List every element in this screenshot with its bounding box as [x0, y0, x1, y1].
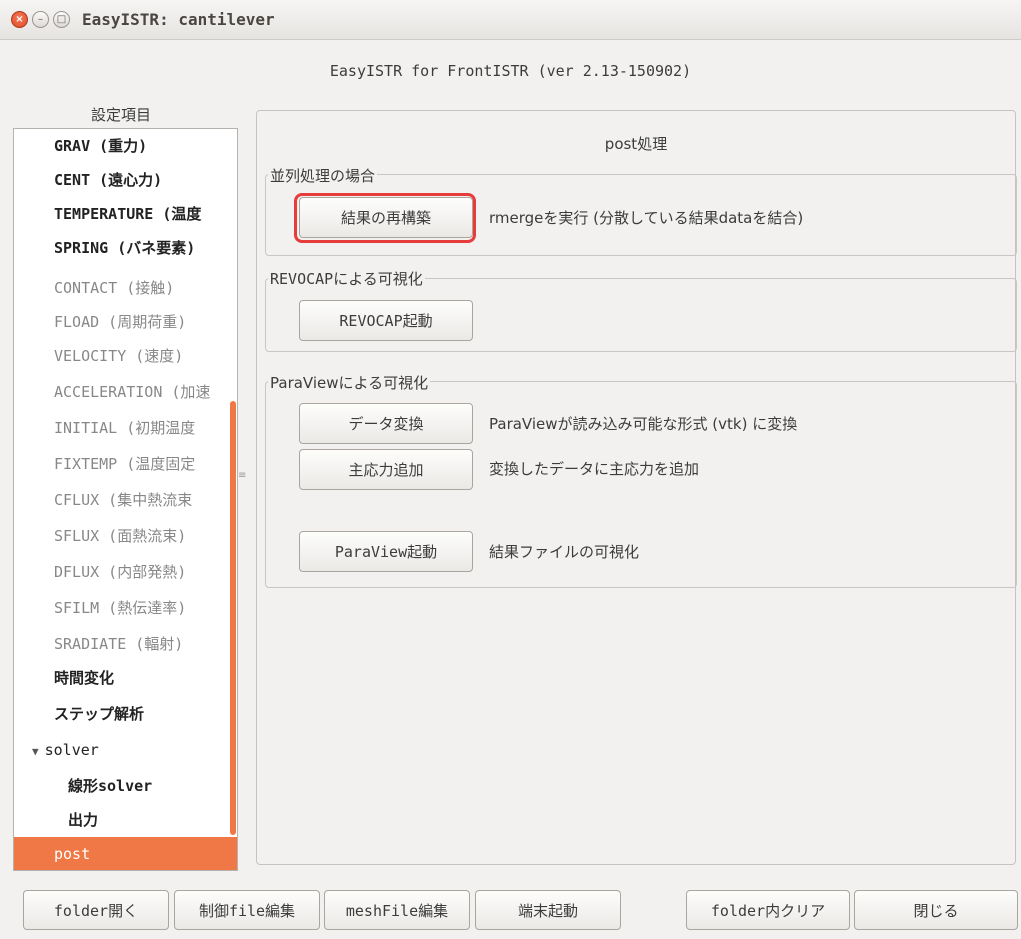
tree-item-solver-label: solver	[44, 741, 99, 759]
tree-item-output[interactable]: 出力	[14, 803, 237, 837]
add-principal-stress-description: 変換したデータに主応力を追加	[489, 460, 700, 478]
tree-item-grav[interactable]: GRAV (重力)	[14, 129, 237, 163]
parallel-group-label: 並列処理の場合	[268, 165, 378, 186]
maximize-window-button[interactable]: □	[53, 11, 70, 28]
close-button[interactable]: 閉じる	[854, 890, 1018, 930]
tree-item-spring[interactable]: SPRING (バネ要素)	[14, 231, 237, 265]
tree-item-acceleration[interactable]: ACCELERATION (加速	[14, 375, 237, 409]
tree-item-cent[interactable]: CENT (遠心力)	[14, 163, 237, 197]
edit-control-file-button[interactable]: 制御file編集	[174, 890, 320, 930]
close-window-button[interactable]: ×	[11, 11, 28, 28]
tree-item-step-analysis[interactable]: ステップ解析	[14, 697, 237, 731]
panel-title: post処理	[604, 135, 668, 153]
tree-item-initial[interactable]: INITIAL (初期温度	[14, 411, 237, 445]
tree-item-linear-solver[interactable]: 線形solver	[14, 769, 237, 803]
add-principal-stress-button[interactable]: 主応力追加	[299, 449, 473, 490]
tree-item-solver[interactable]: ▼ solver	[14, 733, 237, 767]
tree-item-contact[interactable]: CONTACT (接触)	[14, 271, 237, 305]
open-folder-button[interactable]: folder開く	[23, 890, 169, 930]
splitter-grip-icon[interactable]: ≡	[238, 470, 246, 481]
tree-item-sfilm[interactable]: SFILM (熱伝達率)	[14, 591, 237, 625]
tree-item-sflux[interactable]: SFLUX (面熱流束)	[14, 519, 237, 553]
revocap-group-label: REVOCAPによる可視化	[268, 268, 425, 289]
data-convert-button[interactable]: データ変換	[299, 403, 473, 444]
title-bar: × – □ EasyISTR: cantilever	[0, 0, 1021, 40]
tree-item-velocity[interactable]: VELOCITY (速度)	[14, 339, 237, 373]
tree-item-post[interactable]: post	[14, 837, 237, 870]
paraview-group-label: ParaViewによる可視化	[268, 372, 431, 393]
data-convert-description: ParaViewが読み込み可能な形式 (vtk) に変換	[489, 415, 798, 433]
window-title: EasyISTR: cantilever	[82, 10, 275, 29]
tree-scrollbar[interactable]	[230, 401, 236, 835]
expand-arrow-icon[interactable]: ▼	[32, 745, 39, 758]
settings-tree[interactable]: GRAV (重力) CENT (遠心力) TEMPERATURE (温度 SPR…	[13, 128, 238, 871]
tree-item-dflux[interactable]: DFLUX (内部発熱)	[14, 555, 237, 589]
revocap-start-button[interactable]: REVOCAP起動	[299, 300, 473, 341]
clear-folder-button[interactable]: folder内クリア	[686, 890, 850, 930]
tree-item-sradiate[interactable]: SRADIATE (輻射)	[14, 627, 237, 661]
open-terminal-button[interactable]: 端末起動	[475, 890, 621, 930]
minimize-window-button[interactable]: –	[32, 11, 49, 28]
paraview-start-button[interactable]: ParaView起動	[299, 531, 473, 572]
tree-item-cflux[interactable]: CFLUX (集中熱流束	[14, 483, 237, 517]
tree-title: 設定項目	[91, 106, 152, 124]
app-header: EasyISTR for FrontISTR (ver 2.13-150902)	[329, 62, 692, 80]
paraview-start-description: 結果ファイルの可視化	[489, 543, 640, 561]
tree-item-temperature[interactable]: TEMPERATURE (温度	[14, 197, 237, 231]
edit-mesh-file-button[interactable]: meshFile編集	[324, 890, 470, 930]
rebuild-description: rmergeを実行 (分散している結果dataを結合)	[489, 209, 804, 227]
tree-item-fixtemp[interactable]: FIXTEMP (温度固定	[14, 447, 237, 481]
tree-item-time-change[interactable]: 時間変化	[14, 661, 237, 695]
tree-item-fload[interactable]: FLOAD (周期荷重)	[14, 305, 237, 339]
highlight-box	[294, 193, 476, 243]
